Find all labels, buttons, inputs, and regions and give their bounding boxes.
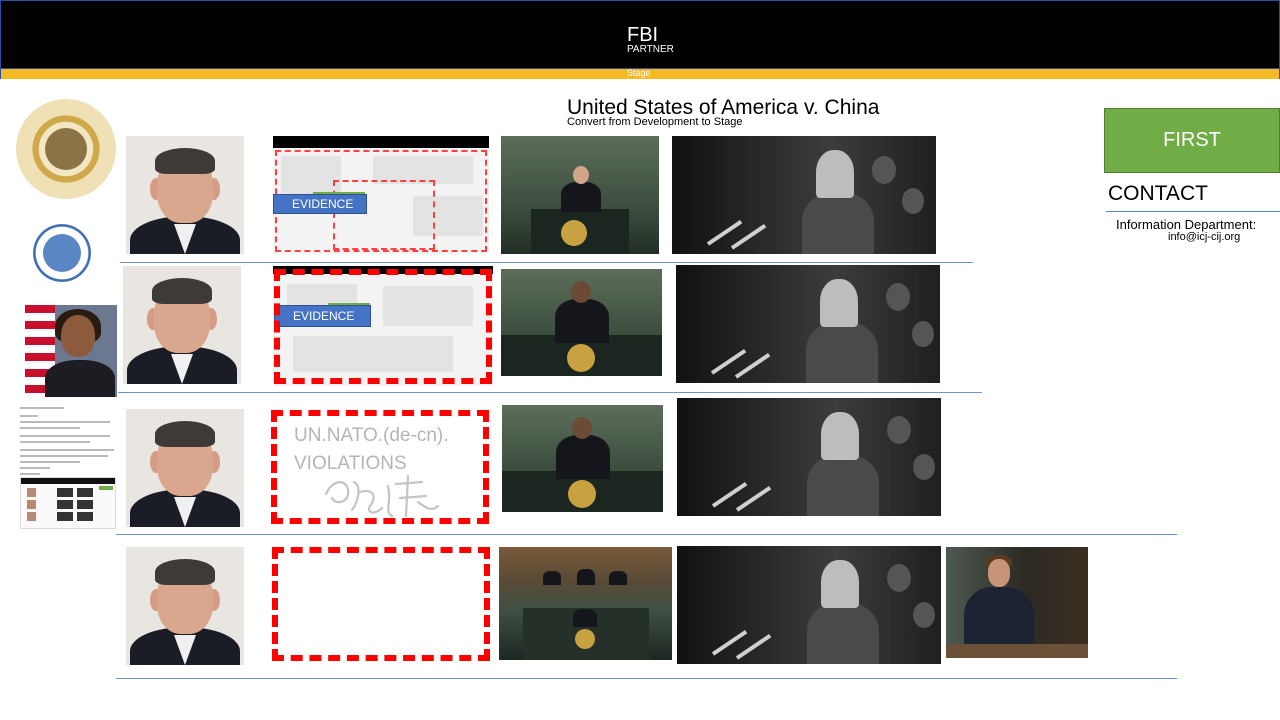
empty-dashed-frame[interactable] [272,547,490,661]
speech-photo-bw-row4 [677,546,941,664]
portrait-row3 [126,409,244,527]
portrait-row1 [126,136,244,254]
stage-label: Stage [627,68,651,78]
speech-photo-bw-row2 [676,265,940,383]
un-speech-photo-row1 [501,136,659,254]
portrait-row4 [126,547,244,665]
violations-label[interactable]: UN.NATO.(de-cn). VIOLATIONS [294,422,449,478]
top-header-bar: FBI PARTNER [0,0,1280,69]
slide: FBI PARTNER Stage United States of Ameri… [0,0,1280,720]
evidence-dashed-frame-row2 [274,269,492,384]
contact-divider [1106,211,1280,212]
signature-scribble [324,474,440,518]
header-subtitle: PARTNER [627,44,674,55]
row-divider [118,392,982,393]
info-department-label: Information Department: [1116,217,1257,232]
un-seal-icon [16,207,108,299]
evidence-screenshot-row1[interactable]: EVIDENCE [273,136,489,254]
speech-photo-bw-row3 [677,398,941,516]
row-divider [120,262,973,263]
speech-photo-bw-row1 [672,136,936,254]
violations-line1: UN.NATO.(de-cn). [294,425,449,446]
un-speech-photo-row3 [502,405,663,512]
document-thumbnail[interactable] [20,403,118,533]
info-email[interactable]: info@icj-cij.org [1168,231,1240,243]
case-subtitle: Convert from Development to Stage [567,116,743,128]
un-assembly-photo-row4 [499,547,672,660]
contact-heading[interactable]: CONTACT [1108,182,1208,206]
first-button[interactable]: FIRST [1104,108,1280,173]
row-divider [116,678,1177,679]
evidence-button-row1[interactable]: EVIDENCE [273,194,367,214]
stage-bar: Stage [0,68,1280,79]
court-seal-icon [16,99,116,199]
row-divider [116,534,1177,535]
un-speech-photo-row2 [501,269,662,376]
portrait-row2 [123,266,241,384]
jfk-speech-photo [946,547,1088,658]
official-photo [25,305,117,397]
